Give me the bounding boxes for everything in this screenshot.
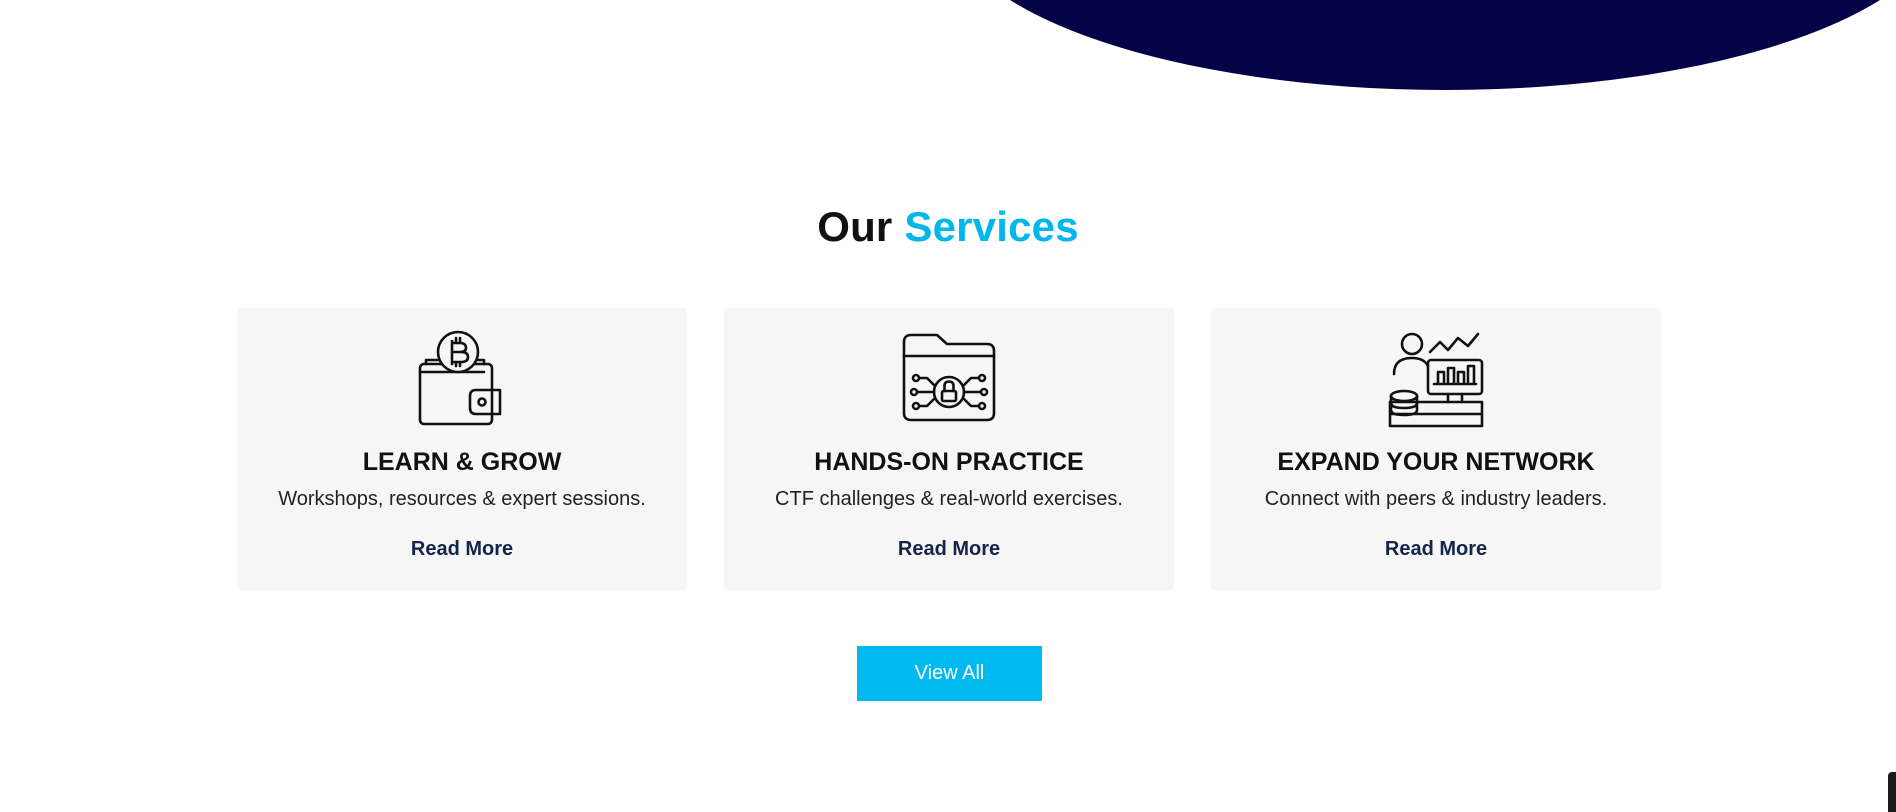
service-card-network: EXPAND YOUR NETWORK Connect with peers &… [1211, 308, 1661, 590]
section-title: Our Services [0, 199, 1896, 255]
title-prefix: Our [817, 203, 893, 250]
secure-folder-icon [902, 333, 996, 422]
service-card-practice: HANDS-ON PRACTICE CTF challenges & real-… [724, 308, 1174, 590]
service-title: HANDS-ON PRACTICE [814, 448, 1084, 476]
service-description: Workshops, resources & expert sessions. [278, 488, 646, 510]
bitcoin-wallet-icon [418, 330, 502, 426]
read-more-link[interactable]: Read More [1211, 536, 1661, 562]
service-description: Connect with peers & industry leaders. [1264, 488, 1608, 510]
services-section: Our Services LEARN & GROW Workshops, res… [0, 0, 1896, 812]
analyst-dashboard-icon [1388, 332, 1484, 428]
service-title: LEARN & GROW [362, 448, 562, 476]
service-description: CTF challenges & real-world exercises. [775, 488, 1123, 510]
services-cards: LEARN & GROW Workshops, resources & expe… [237, 308, 1661, 590]
service-title: EXPAND YOUR NETWORK [1277, 448, 1595, 476]
service-card-learn: LEARN & GROW Workshops, resources & expe… [237, 308, 687, 590]
read-more-link[interactable]: Read More [237, 536, 687, 562]
corner-widget[interactable] [1888, 772, 1896, 812]
title-accent: Services [904, 203, 1079, 250]
read-more-link[interactable]: Read More [724, 536, 1174, 562]
view-all-button[interactable]: View All [857, 646, 1042, 701]
top-wave-shape [945, 0, 1896, 90]
